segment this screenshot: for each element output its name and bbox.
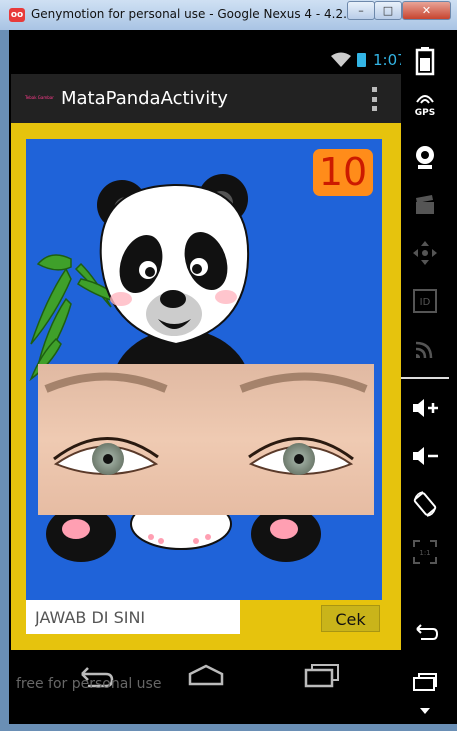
gps-label: GPS bbox=[414, 108, 436, 118]
maximize-button[interactable]: □ bbox=[374, 1, 402, 20]
cast-icon[interactable] bbox=[401, 330, 449, 368]
svg-text:1:1: 1:1 bbox=[419, 549, 430, 557]
volume-down-icon[interactable] bbox=[401, 437, 449, 475]
sidebar-divider bbox=[401, 377, 449, 379]
app-logo: Tebak Gambar bbox=[25, 95, 54, 100]
minimize-button[interactable]: – bbox=[347, 1, 375, 20]
webcam-icon[interactable] bbox=[401, 138, 449, 176]
rotate-icon[interactable] bbox=[401, 485, 449, 523]
id-icon[interactable]: ID bbox=[401, 282, 449, 320]
eyes-photo bbox=[38, 364, 374, 515]
check-button[interactable]: Cek bbox=[321, 605, 380, 632]
gps-icon[interactable] bbox=[401, 88, 449, 110]
dpad-icon[interactable] bbox=[401, 234, 449, 272]
battery-icon bbox=[357, 53, 366, 67]
menu-side-icon[interactable] bbox=[401, 663, 449, 701]
status-bar: 1:07 bbox=[11, 46, 407, 74]
score-counter: 10 bbox=[313, 149, 373, 196]
wifi-icon bbox=[331, 52, 351, 72]
window-title: Genymotion for personal use - Google Nex… bbox=[31, 7, 386, 21]
volume-up-icon[interactable] bbox=[401, 389, 449, 427]
chevron-down-icon[interactable] bbox=[401, 700, 449, 722]
close-button[interactable]: ✕ bbox=[402, 1, 451, 20]
action-bar: Tebak Gambar MataPandaActivity bbox=[11, 74, 401, 123]
watermark: free for personal use bbox=[16, 676, 162, 692]
activity-title: MataPandaActivity bbox=[61, 88, 228, 109]
genymotion-icon: oo bbox=[9, 8, 25, 22]
answer-input[interactable] bbox=[26, 600, 240, 634]
puzzle-image bbox=[26, 139, 382, 600]
pixel-perfect-icon[interactable]: 1:1 bbox=[401, 533, 449, 571]
svg-text:ID: ID bbox=[420, 297, 431, 308]
panda-illustration bbox=[29, 174, 374, 562]
window-border bbox=[0, 724, 457, 731]
clapper-icon[interactable] bbox=[401, 186, 449, 224]
recent-apps-icon[interactable] bbox=[302, 660, 342, 690]
home-icon[interactable] bbox=[186, 660, 226, 690]
battery-widget-icon[interactable] bbox=[401, 42, 449, 80]
overflow-menu-icon[interactable] bbox=[371, 87, 377, 111]
back-side-icon[interactable] bbox=[401, 614, 449, 652]
